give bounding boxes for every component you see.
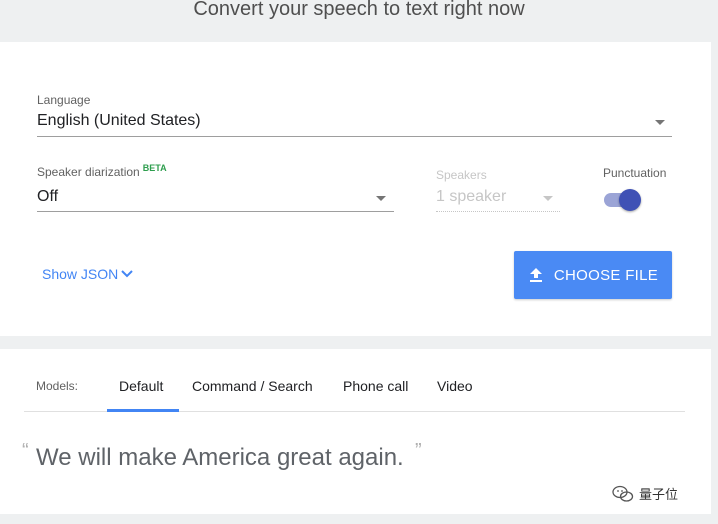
transcript-text: We will make America great again. [36, 444, 404, 471]
speakers-label: Speakers [436, 168, 487, 182]
show-json-link[interactable]: Show JSON [42, 266, 133, 282]
diarization-label: Speaker diarization BETA [37, 163, 167, 179]
language-label: Language [37, 93, 91, 107]
choose-file-button[interactable]: CHOOSE FILE [514, 251, 672, 299]
wechat-logo-icon [612, 485, 634, 502]
choose-file-label[interactable]: CHOOSE FILE [554, 267, 658, 284]
watermark: 量子位 [612, 484, 678, 503]
tab-video[interactable]: Video [437, 378, 473, 394]
models-label: Models: [36, 379, 79, 393]
language-value[interactable]: English (United States) [37, 112, 201, 130]
speakers-underline [436, 211, 560, 212]
speakers-value: 1 speaker [436, 188, 507, 205]
punctuation-label: Punctuation [603, 166, 667, 180]
tab-default[interactable]: Default [119, 378, 163, 394]
dropdown-arrow-icon [543, 196, 553, 201]
results-card [0, 349, 711, 514]
tab-command-search[interactable]: Command / Search [192, 378, 313, 394]
chevron-down-icon[interactable] [121, 270, 133, 278]
diarization-label-text: Speaker diarization [37, 165, 140, 179]
close-quote: ” [415, 440, 422, 462]
open-quote: “ [22, 440, 29, 462]
page-heading: Convert your speech to text right now [193, 0, 525, 20]
show-json-label[interactable]: Show JSON [42, 266, 118, 282]
toggle-knob[interactable] [619, 189, 641, 211]
diarization-underline [37, 211, 394, 212]
beta-badge: BETA [142, 163, 167, 173]
dropdown-arrow-icon[interactable] [376, 196, 386, 201]
tab-phone-call[interactable]: Phone call [343, 378, 408, 394]
watermark-text: 量子位 [639, 487, 679, 502]
upload-icon [529, 268, 542, 282]
diarization-value[interactable]: Off [37, 188, 58, 206]
dropdown-arrow-icon[interactable] [655, 120, 665, 125]
active-tab-indicator [107, 409, 179, 412]
language-underline [37, 136, 672, 137]
